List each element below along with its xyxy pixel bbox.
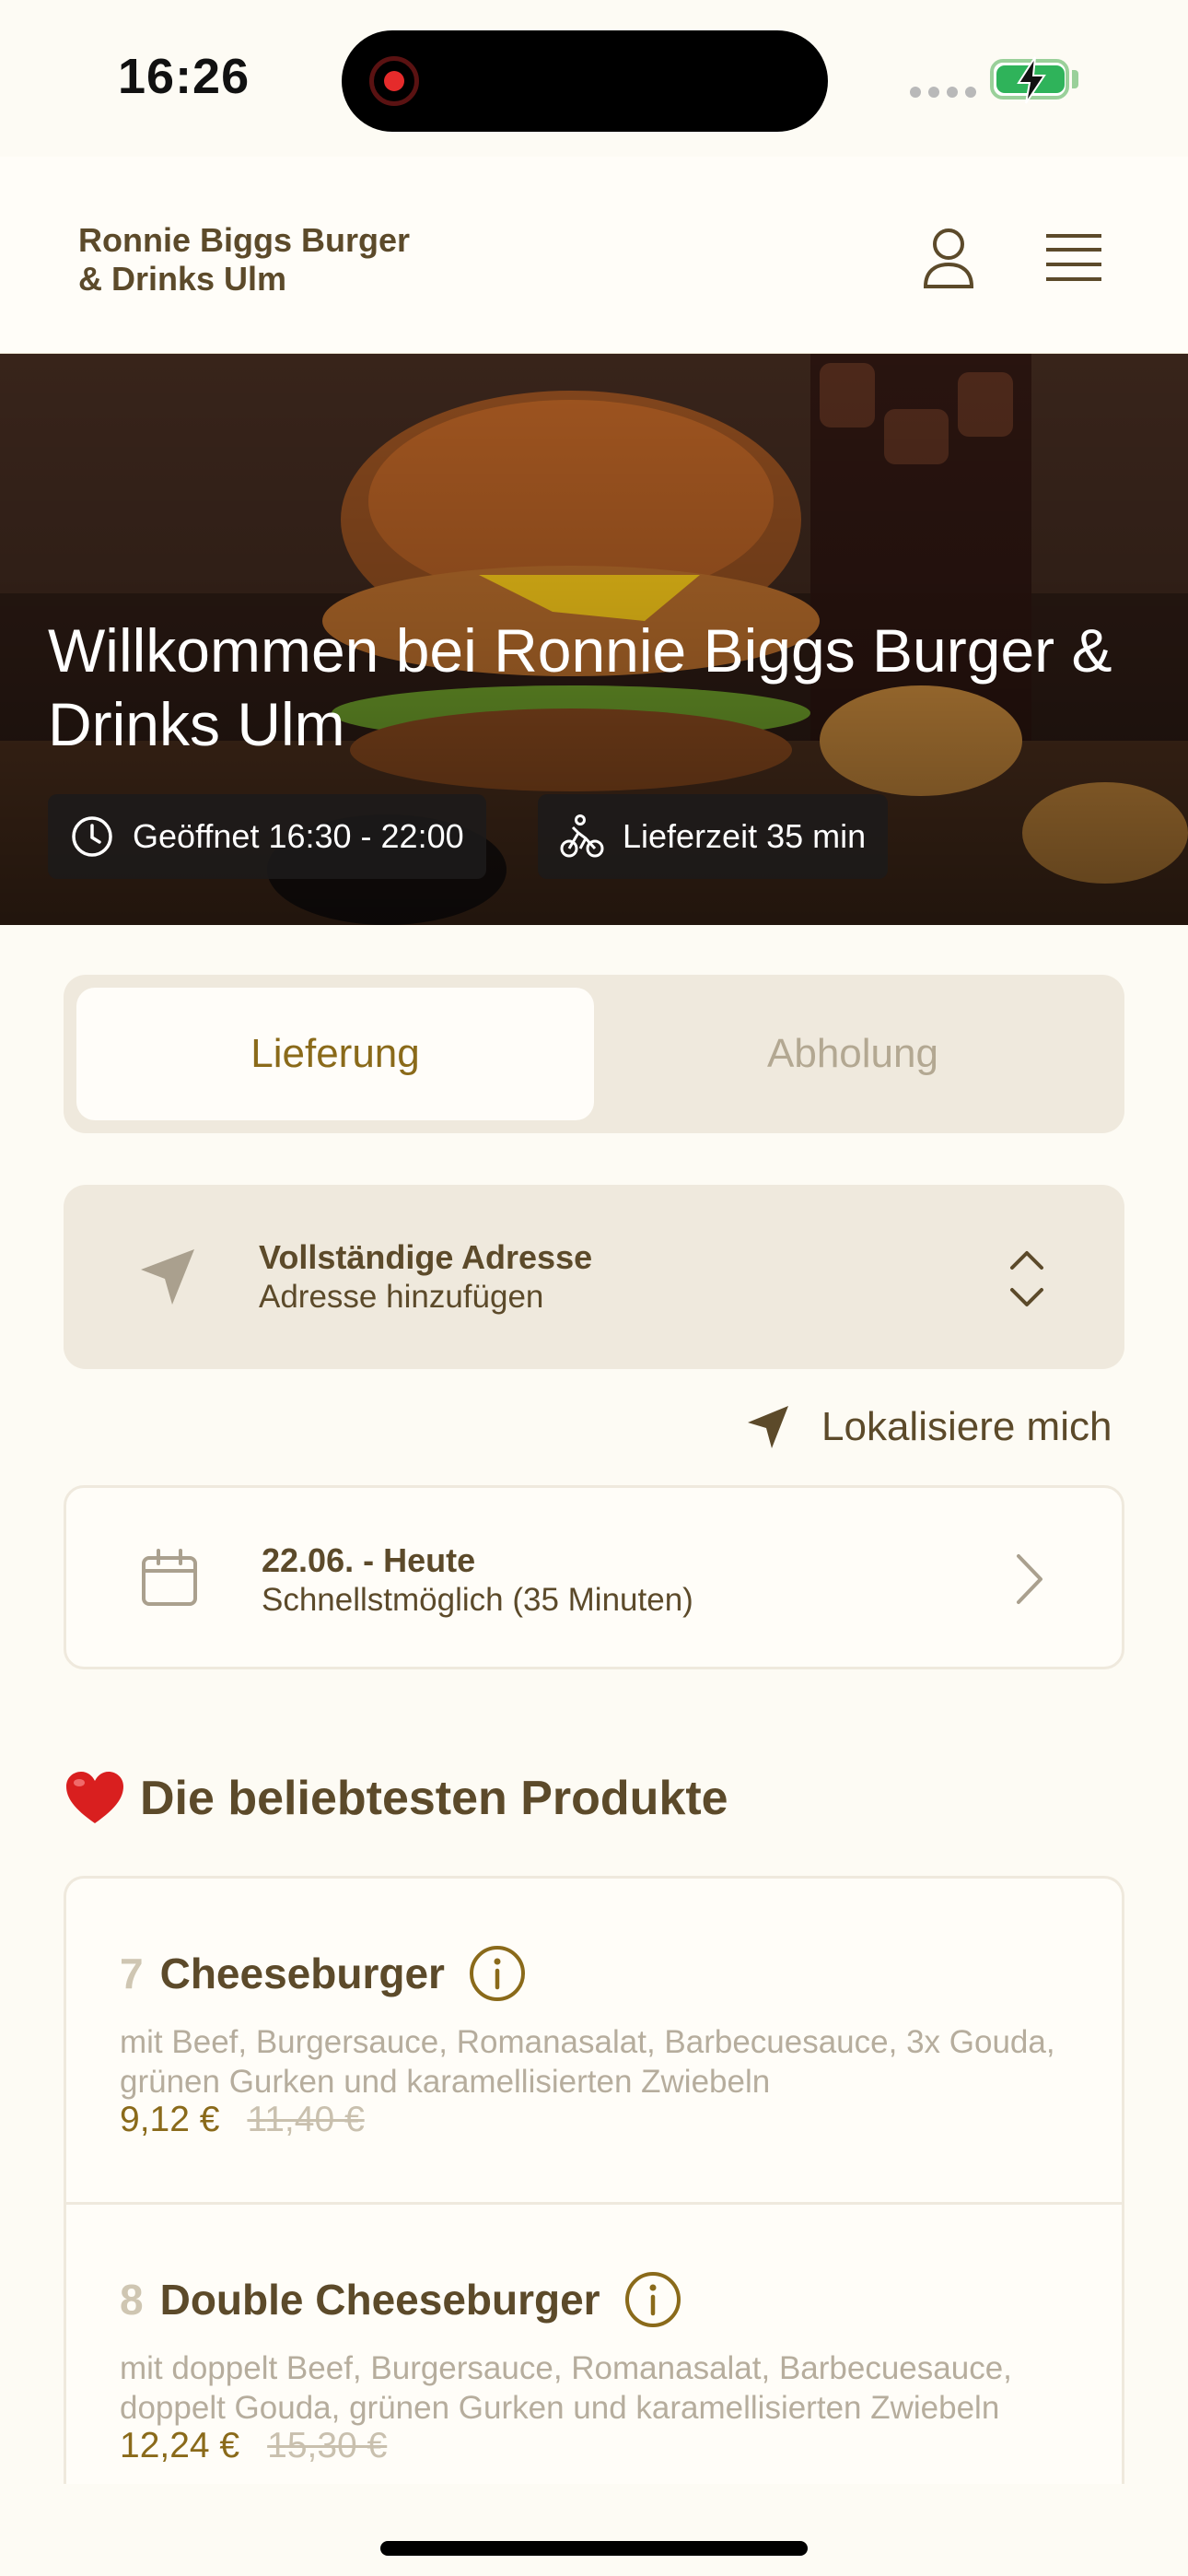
- charging-bolt-icon: [1017, 56, 1046, 104]
- popular-products-title: Die beliebtesten Produkte: [140, 1772, 728, 1825]
- profile-button[interactable]: [912, 221, 985, 295]
- hero-title: Willkommen bei Ronnie Biggs Burger & Dri…: [48, 616, 1112, 758]
- delivery-time-text: Lieferzeit 35 min: [623, 817, 867, 855]
- address-title: Vollständige Adresse: [259, 1238, 593, 1276]
- delivery-option-button[interactable]: Lieferung: [76, 988, 594, 1120]
- locate-me-label: Lokalisiere mich: [821, 1404, 1112, 1449]
- opening-hours-badge: Geöffnet 16:30 - 22:00: [48, 794, 486, 879]
- hero-banner: Willkommen bei Ronnie Biggs Burger & Dri…: [0, 354, 1188, 925]
- location-arrow-icon: [141, 1249, 194, 1305]
- delivery-date-title: 22.06. - Heute: [262, 1541, 476, 1579]
- recording-indicator-icon: [369, 56, 419, 106]
- product-description: mit doppelt Beef, Burgersauce, Romanasal…: [120, 2350, 1012, 2426]
- product-item[interactable]: 7 Cheeseburger mit Beef, Burgersauce, Ro…: [66, 1879, 1122, 2205]
- hamburger-menu-icon: [1046, 234, 1101, 281]
- status-time: 16:26: [118, 49, 250, 104]
- product-number: 8: [120, 2276, 144, 2324]
- popular-products-heading: Die beliebtesten Produkte: [64, 1762, 728, 1835]
- product-list: 7 Cheeseburger mit Beef, Burgersauce, Ro…: [64, 1876, 1124, 2484]
- product-price: 12,24 €: [120, 2426, 240, 2465]
- info-icon[interactable]: [469, 1945, 526, 2002]
- chevron-right-icon: [1017, 1554, 1042, 1604]
- product-old-price: 11,40 €: [247, 2100, 365, 2139]
- delivery-time-selector[interactable]: 22.06. - Heute Schnellstmöglich (35 Minu…: [64, 1485, 1124, 1669]
- product-item[interactable]: 8 Double Cheeseburger mit doppelt Beef, …: [66, 2205, 1122, 2484]
- status-bar: 16:26: [0, 0, 1188, 157]
- brand-line-2: & Drinks Ulm: [78, 260, 287, 298]
- order-mode-toggle: Lieferung Abholung: [64, 975, 1124, 1133]
- info-icon[interactable]: [624, 2271, 681, 2328]
- clock-icon: [70, 814, 114, 859]
- product-header: 8 Double Cheeseburger: [120, 2267, 681, 2332]
- product-name: Double Cheeseburger: [159, 2276, 600, 2324]
- chevron-up-down-icon: [1010, 1251, 1043, 1306]
- cellular-signal-icon: [910, 87, 976, 98]
- opening-hours-text: Geöffnet 16:30 - 22:00: [133, 817, 464, 855]
- menu-button[interactable]: [1037, 221, 1111, 295]
- restaurant-name[interactable]: Ronnie Biggs Burger & Drinks Ulm: [78, 221, 465, 299]
- product-header: 7 Cheeseburger: [120, 1941, 526, 2006]
- product-price: 9,12 €: [120, 2100, 220, 2139]
- address-subtitle: Adresse hinzufügen: [259, 1279, 544, 1315]
- user-icon: [923, 228, 974, 288]
- heart-icon: [66, 1772, 123, 1823]
- address-selector[interactable]: Vollständige Adresse Adresse hinzufügen: [64, 1185, 1124, 1369]
- delivery-date-subtitle: Schnellstmöglich (35 Minuten): [262, 1582, 693, 1618]
- calendar-icon: [142, 1549, 197, 1606]
- product-price-row: 12,24 € 15,30 €: [120, 2426, 387, 2466]
- product-number: 7: [120, 1950, 144, 1997]
- app-header: Ronnie Biggs Burger & Drinks Ulm: [0, 157, 1188, 354]
- pickup-option-button[interactable]: Abholung: [594, 988, 1112, 1120]
- product-old-price: 15,30 €: [267, 2426, 388, 2465]
- brand-line-1: Ronnie Biggs Burger: [78, 221, 411, 259]
- home-indicator[interactable]: [380, 2541, 808, 2556]
- dynamic-island: [342, 30, 828, 132]
- product-name: Cheeseburger: [159, 1950, 445, 1997]
- delivery-time-badge: Lieferzeit 35 min: [538, 794, 889, 879]
- bicycle-courier-icon: [560, 814, 604, 859]
- product-price-row: 9,12 € 11,40 €: [120, 2100, 365, 2140]
- product-description: mit Beef, Burgersauce, Romanasalat, Barb…: [120, 2024, 1055, 2100]
- locate-me-button[interactable]: Lokalisiere mich: [744, 1397, 1112, 1458]
- location-arrow-icon: [748, 1406, 788, 1448]
